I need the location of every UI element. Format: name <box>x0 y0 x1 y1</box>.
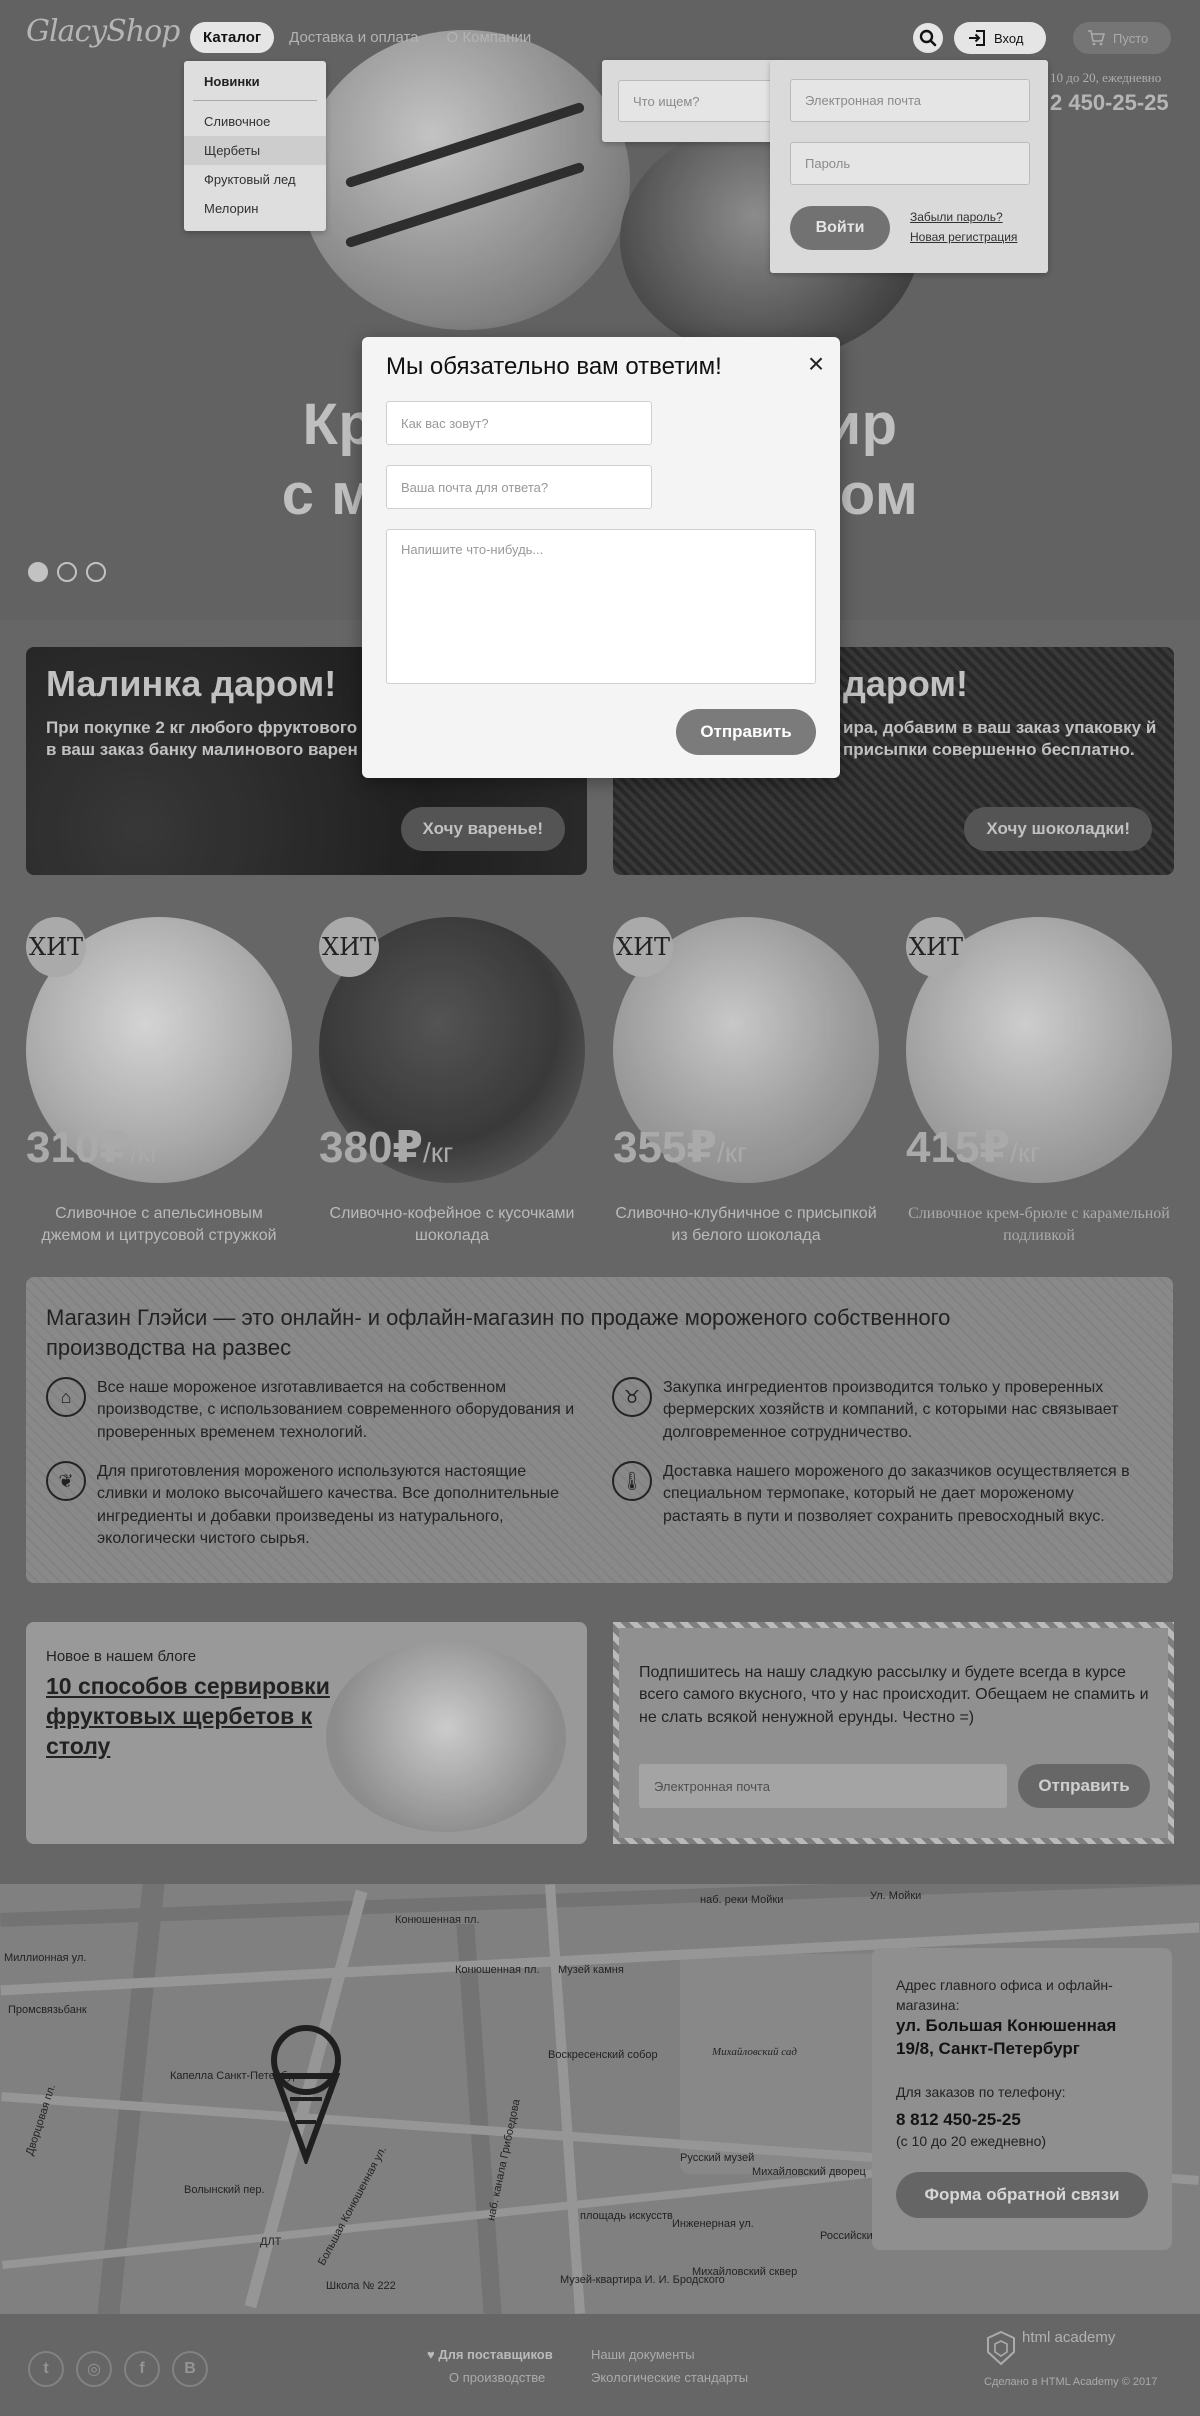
name-field[interactable]: Как вас зовут? <box>386 401 652 445</box>
email-field[interactable]: Ваша почта для ответа? <box>386 465 652 509</box>
message-textarea[interactable]: Напишите что-нибудь... <box>386 529 816 684</box>
modal-title: Мы обязательно вам ответим! <box>386 353 722 380</box>
feedback-modal: Мы обязательно вам ответим! × Как вас зо… <box>362 337 840 778</box>
modal-submit-button[interactable]: Отправить <box>676 709 816 755</box>
close-icon[interactable]: × <box>802 350 830 379</box>
